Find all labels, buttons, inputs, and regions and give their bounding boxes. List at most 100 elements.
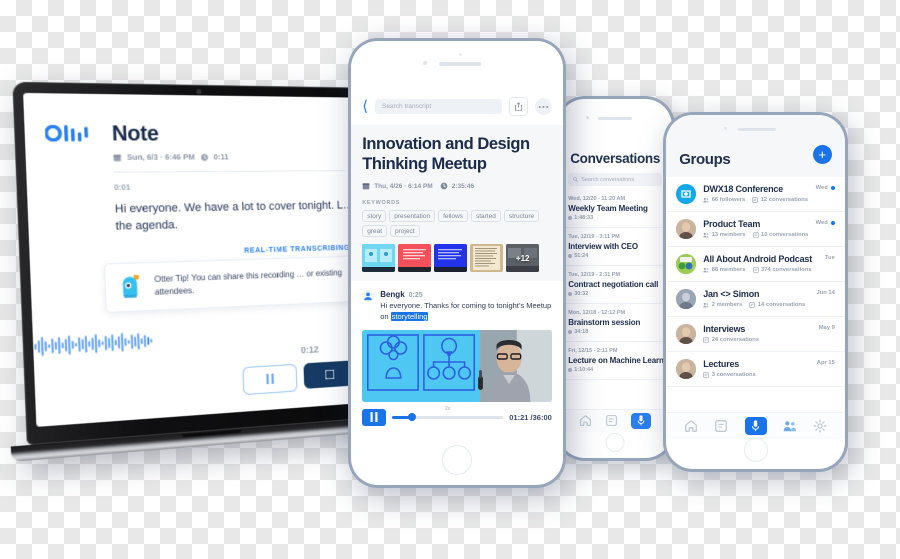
slide-thumbnail[interactable] xyxy=(362,244,396,273)
back-chevron-icon[interactable]: ⟨ xyxy=(362,99,368,114)
keyword-chip[interactable]: project xyxy=(390,225,420,238)
group-timestamp: Wed xyxy=(815,220,828,227)
clock-dot-icon xyxy=(568,292,573,297)
avatar xyxy=(676,184,697,205)
groups-header: Groups + xyxy=(666,115,845,178)
highlighted-term[interactable]: storytelling xyxy=(390,312,429,321)
more-count: +12 xyxy=(515,253,530,263)
otter-tip-card: Otter Tip! You can share this recording … xyxy=(103,255,356,313)
home-button[interactable] xyxy=(605,432,625,452)
list-item[interactable]: Tue, 12/19 - 2:31 PM Contract negotiatio… xyxy=(558,266,672,305)
item-duration: 1:48:33 xyxy=(568,215,662,221)
page-title: Innovation and Design Thinking Meetup xyxy=(362,135,530,173)
playback-slider[interactable]: 2x xyxy=(392,406,504,424)
keyword-chip[interactable]: started xyxy=(470,210,501,223)
clock-dot-icon xyxy=(568,368,573,373)
clock-dot-icon xyxy=(568,254,573,259)
members-icon xyxy=(703,232,709,238)
slide-thumbnails: +12 xyxy=(362,244,552,273)
keyword-chip[interactable]: structure xyxy=(503,210,540,223)
list-item[interactable]: Tue, 12/19 - 3:11 PM Interview with CEO … xyxy=(558,228,672,267)
more-thumbnails[interactable]: +12 xyxy=(506,244,540,273)
item-duration: 51:24 xyxy=(568,253,662,259)
search-conversations-input[interactable]: Search conversations xyxy=(568,173,662,187)
list-item[interactable]: DWX18 Conference 66 followers 12 convers… xyxy=(666,177,845,213)
search-transcript-input[interactable]: Search transcript xyxy=(375,99,502,115)
keyword-chip[interactable]: fellows xyxy=(438,210,468,223)
bottom-tab-bar xyxy=(666,411,845,439)
list-item[interactable]: All About Android Podcast 88 members 374… xyxy=(666,247,845,283)
home-button[interactable] xyxy=(442,444,472,475)
slide-thumbnail[interactable] xyxy=(470,244,504,273)
divider xyxy=(113,170,345,173)
keyword-chip[interactable]: story xyxy=(362,210,387,223)
record-icon[interactable] xyxy=(744,416,767,435)
group-timestamp: Jun 14 xyxy=(816,290,835,297)
list-item[interactable]: Wed, 12/20 - 11:20 AM Weekly Team Meetin… xyxy=(558,190,672,229)
slide-thumbnail[interactable] xyxy=(434,244,468,273)
transcript-top-bar: ⟨ Search transcript xyxy=(351,41,563,126)
avatar xyxy=(362,290,375,303)
pause-button[interactable] xyxy=(362,408,387,426)
item-date: Fri, 12/15 - 2:11 PM xyxy=(568,348,618,355)
item-title: Weekly Team Meeting xyxy=(568,204,648,214)
list-item[interactable]: Interviews 24 conversations May 9 xyxy=(666,317,845,353)
avatar xyxy=(676,324,697,345)
avatar xyxy=(676,289,697,310)
note-duration: 0:11 xyxy=(213,152,229,162)
slider-handle[interactable] xyxy=(407,413,416,422)
add-group-button[interactable]: + xyxy=(812,145,832,165)
item-title: Contract negotiation call xyxy=(568,280,659,290)
item-title: Lecture on Machine Learning xyxy=(568,356,672,366)
speaker-text: Hi everyone. Thanks for coming to tonigh… xyxy=(380,301,552,323)
earpiece-speaker xyxy=(598,116,633,120)
calendar-icon xyxy=(362,182,370,190)
clock-dot-icon xyxy=(568,330,573,335)
home-button[interactable] xyxy=(743,437,768,462)
keyword-chip[interactable]: great xyxy=(362,225,388,238)
transcript-date: Thu, 4/26 · 6:14 PM xyxy=(374,182,433,190)
conversations-icon xyxy=(752,231,759,238)
item-duration: 30:32 xyxy=(568,291,662,297)
keyword-chip[interactable]: presentation xyxy=(389,210,436,223)
note-meta: Sun, 6/3 · 6:46 PM 0:11 xyxy=(113,152,345,162)
avatar xyxy=(676,254,697,275)
record-icon[interactable] xyxy=(631,412,652,429)
item-date: Wed, 12/20 - 11:20 AM xyxy=(568,196,626,203)
group-name: DWX18 Conference xyxy=(703,184,784,195)
search-placeholder: Search conversations xyxy=(581,176,635,183)
group-stats: 88 members 374 conversations xyxy=(703,267,818,273)
list-item[interactable]: Fri, 12/15 - 2:11 PM Lecture on Machine … xyxy=(558,342,672,381)
group-name: Jan <> Simon xyxy=(703,289,760,300)
list-item[interactable]: Lectures 3 conversations Apr 15 xyxy=(666,352,845,388)
otter-tip-text: Otter Tip! You can share this recording … xyxy=(154,268,343,297)
playback-speed[interactable]: 2x xyxy=(445,406,451,412)
list-item[interactable]: Jan <> Simon 2 members 14 conversations … xyxy=(666,282,845,318)
home-icon[interactable] xyxy=(684,419,698,433)
page-title: Note xyxy=(111,122,160,146)
video-player[interactable] xyxy=(362,329,552,402)
groups-icon[interactable] xyxy=(783,419,797,433)
transcript-timestamp: 0:01 xyxy=(113,182,131,193)
group-stats: 3 conversations xyxy=(703,372,810,378)
unread-badge xyxy=(830,186,835,191)
settings-icon[interactable] xyxy=(813,419,827,433)
list-item[interactable]: Product Team 13 members 10 conversations… xyxy=(666,212,845,248)
notes-icon[interactable] xyxy=(714,419,728,433)
more-options-icon[interactable] xyxy=(534,98,552,116)
list-item[interactable]: Mon, 12/18 - 12:12 PM Brainstorm session… xyxy=(558,304,672,343)
share-icon[interactable] xyxy=(508,97,528,117)
members-icon xyxy=(703,302,709,308)
phone-transcript: ⟨ Search transcript Innovation and Desig… xyxy=(348,38,566,488)
pause-button[interactable] xyxy=(242,363,298,395)
home-icon[interactable] xyxy=(579,414,592,427)
conversations-title: Conversations xyxy=(570,151,661,167)
otter-mascot-icon xyxy=(116,273,145,302)
otter-logo[interactable] xyxy=(45,125,97,142)
slide-thumbnail[interactable] xyxy=(398,244,432,273)
group-stats: 2 members 14 conversations xyxy=(703,302,809,308)
front-camera-icon xyxy=(423,61,427,65)
group-name: Lectures xyxy=(703,359,740,370)
notes-icon[interactable] xyxy=(605,414,618,427)
speaker-name: Bengk xyxy=(380,290,405,300)
